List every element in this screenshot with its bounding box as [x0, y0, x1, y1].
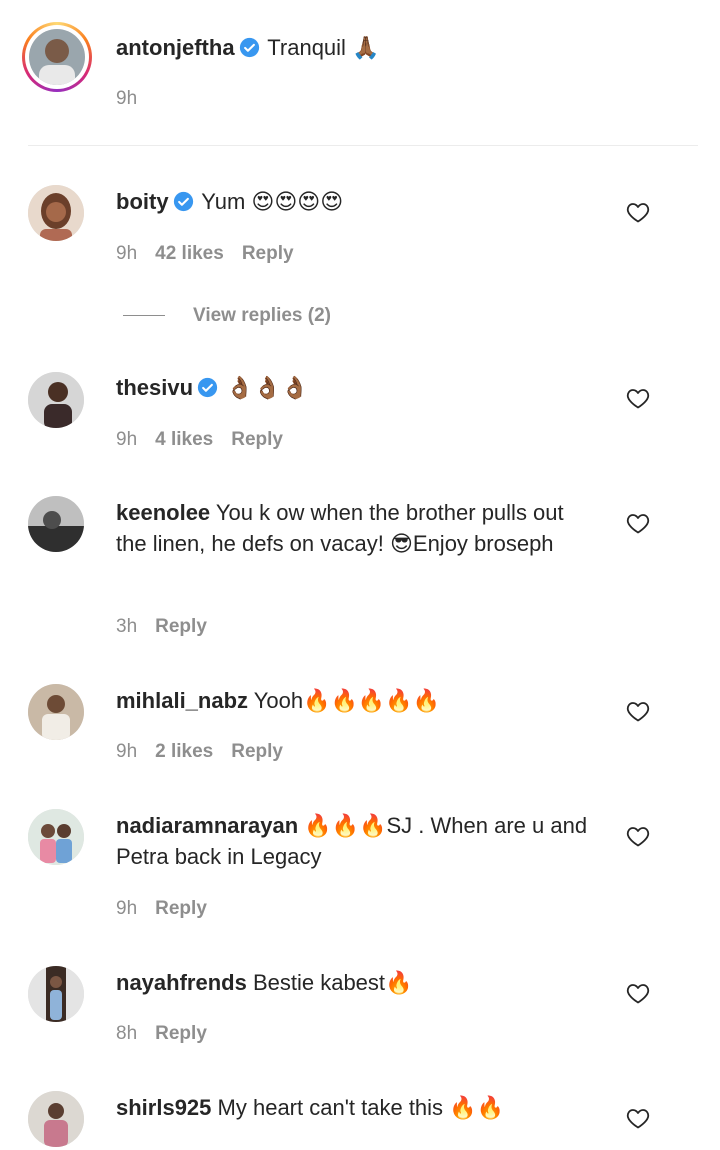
reply-button[interactable]: Reply: [155, 616, 207, 637]
timestamp: 9h: [116, 88, 138, 109]
avatar[interactable]: [28, 185, 84, 241]
heart-outline-icon[interactable]: [626, 201, 650, 223]
likes-count[interactable]: 4 likes: [155, 429, 213, 450]
avatar-image: [28, 684, 84, 740]
comment-text-row: shirls925 My heart can't take this 🔥🔥: [116, 1092, 596, 1123]
avatar-image: [28, 966, 84, 1022]
heart-outline-icon[interactable]: [626, 825, 650, 847]
caption-text: Tranquil 🙏🏾: [267, 35, 380, 60]
avatar-image: [28, 496, 84, 552]
timestamp: 9h: [116, 741, 138, 762]
avatar[interactable]: [29, 29, 85, 85]
verified-badge-icon: [173, 191, 193, 212]
post-caption: antonjeftha Tranquil 🙏🏾 9h: [0, 0, 720, 146]
username-link[interactable]: nayahfrends: [116, 970, 247, 995]
caption-meta: 9h: [116, 88, 155, 110]
avatar-image: [28, 372, 84, 428]
comment-text: Bestie kabest🔥: [252, 970, 413, 995]
likes-count[interactable]: 42 likes: [155, 243, 224, 264]
heart-outline-icon[interactable]: [626, 982, 650, 1004]
caption-text-row: antonjeftha Tranquil 🙏🏾: [116, 32, 596, 63]
username-link[interactable]: thesivu: [116, 375, 193, 400]
username-link[interactable]: boity: [116, 189, 169, 214]
avatar[interactable]: [28, 372, 84, 428]
username-link[interactable]: shirls925: [116, 1095, 211, 1120]
avatar-image: [29, 29, 85, 85]
heart-outline-icon[interactable]: [626, 387, 650, 409]
comment-meta: 9h Reply: [116, 898, 225, 920]
comment-meta: 3h Reply: [116, 616, 225, 638]
avatar[interactable]: [28, 809, 84, 865]
heart-outline-icon[interactable]: [626, 700, 650, 722]
comment-meta: 8h Reply: [116, 1023, 225, 1045]
avatar[interactable]: [28, 496, 84, 552]
reply-button[interactable]: Reply: [155, 1023, 207, 1044]
comment-meta: 9h 42 likes Reply: [116, 243, 312, 265]
comment-text-row: boity Yum 😍😍😍😍: [116, 186, 596, 217]
avatar[interactable]: [28, 684, 84, 740]
view-replies-button[interactable]: View replies (2): [123, 305, 331, 329]
comment-text: My heart can't take this 🔥🔥: [217, 1095, 504, 1120]
comment-text-row: nayahfrends Bestie kabest🔥: [116, 967, 596, 998]
username-link[interactable]: keenolee: [116, 500, 210, 525]
caption-divider: [28, 145, 698, 146]
comment-text: Yooh🔥🔥🔥🔥🔥: [253, 688, 441, 713]
timestamp: 8h: [116, 1023, 138, 1044]
comment-text: Yum 😍😍😍😍: [201, 189, 344, 214]
comment-meta: 9h 2 likes Reply: [116, 741, 301, 763]
avatar[interactable]: [28, 966, 84, 1022]
reply-button[interactable]: Reply: [231, 429, 283, 450]
comment-text-row: mihlali_nabz Yooh🔥🔥🔥🔥🔥: [116, 685, 596, 716]
verified-badge-icon: [239, 37, 259, 58]
username-link[interactable]: antonjeftha: [116, 35, 235, 60]
avatar[interactable]: [28, 1091, 84, 1147]
comment-text-row: thesivu 👌🏾👌🏾👌🏾: [116, 372, 596, 403]
heart-outline-icon[interactable]: [626, 1107, 650, 1129]
avatar-image: [28, 1091, 84, 1147]
replies-line: [123, 315, 165, 317]
comment-text-row: nadiaramnarayan 🔥🔥🔥SJ . When are u and P…: [116, 810, 596, 872]
reply-button[interactable]: Reply: [155, 898, 207, 919]
avatar-image: [28, 809, 84, 865]
timestamp: 9h: [116, 429, 138, 450]
likes-count[interactable]: 2 likes: [155, 741, 213, 762]
timestamp: 9h: [116, 898, 138, 919]
reply-button[interactable]: Reply: [242, 243, 294, 264]
heart-outline-icon[interactable]: [626, 512, 650, 534]
username-link[interactable]: nadiaramnarayan: [116, 813, 298, 838]
avatar-image: [28, 185, 84, 241]
comment-meta: 9h 4 likes Reply: [116, 429, 301, 451]
comment-text-row: keenolee You k ow when the brother pulls…: [116, 497, 596, 559]
comment-text: 👌🏾👌🏾👌🏾: [226, 375, 309, 400]
reply-button[interactable]: Reply: [231, 741, 283, 762]
timestamp: 9h: [116, 243, 138, 264]
author-avatar-ring[interactable]: [22, 22, 92, 92]
view-replies-label: View replies (2): [193, 305, 331, 326]
username-link[interactable]: mihlali_nabz: [116, 688, 248, 713]
story-ring-gap: [25, 25, 89, 89]
verified-badge-icon: [197, 377, 218, 398]
timestamp: 3h: [116, 616, 138, 637]
